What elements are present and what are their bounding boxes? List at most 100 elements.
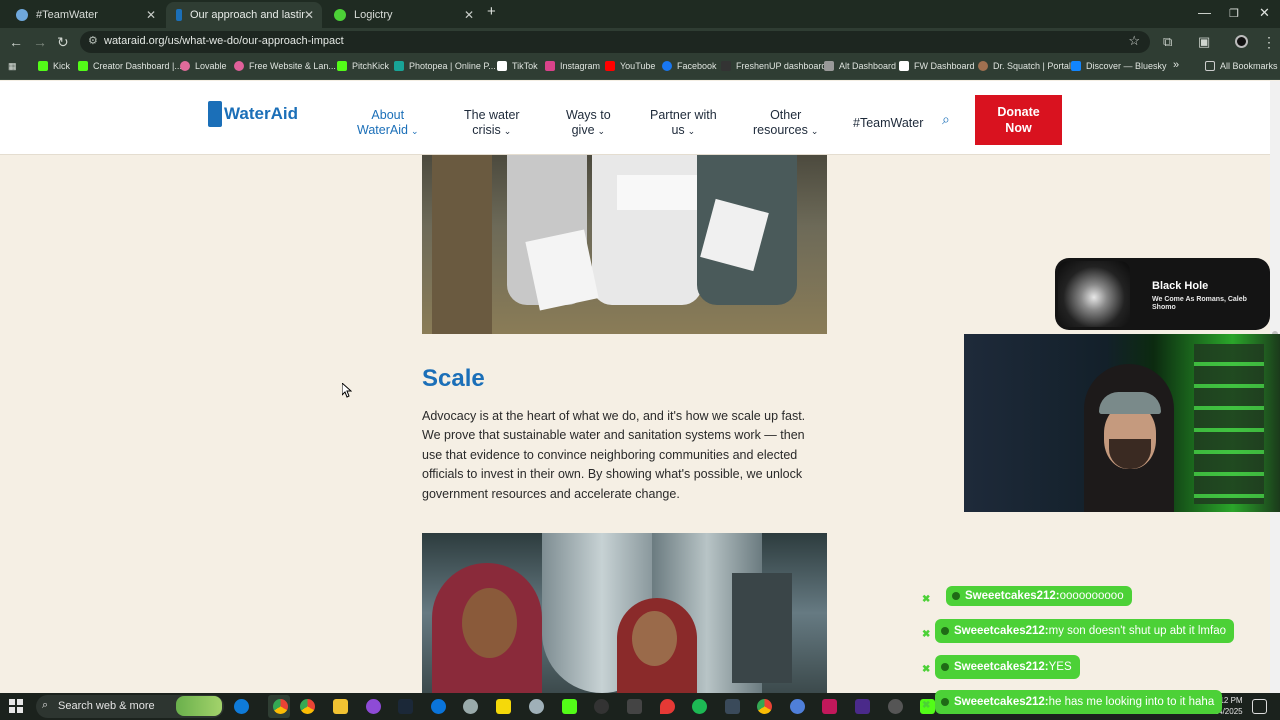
app-icon[interactable] — [431, 699, 446, 714]
now-playing-widget: Black Hole We Come As Romans, Caleb Shom… — [1055, 258, 1270, 330]
browser-toolbar: ← → ↻ ⚙ wataraid.org/us/what-we-do/our-a… — [0, 28, 1280, 56]
freshenup-icon — [721, 61, 731, 71]
chrome-icon[interactable] — [300, 699, 315, 714]
app-icon[interactable] — [627, 699, 642, 714]
app-icon[interactable] — [888, 699, 903, 714]
discord-icon[interactable] — [366, 699, 381, 714]
address-bar[interactable]: ⚙ wataraid.org/us/what-we-do/our-approac… — [80, 31, 1150, 53]
chat-message: Sweeetcakes212: he has me looking into to… — [935, 690, 1223, 714]
bookmark-item[interactable]: Dr. Squatch | Portal — [978, 61, 1071, 71]
extensions-icon[interactable]: ⧉ — [1163, 34, 1172, 50]
bookmark-item[interactable]: TikTok — [497, 61, 538, 71]
site-header: WaterAid About WaterAid ⌄ The water crisi… — [0, 81, 1270, 155]
site-info-icon[interactable]: ⚙ — [88, 34, 98, 47]
app-icon[interactable] — [529, 699, 544, 714]
nav-about-wateraid[interactable]: About WaterAid ⌄ — [357, 108, 419, 139]
bookmark-item[interactable]: FreshenUP dashboard — [721, 61, 826, 71]
bookmark-item[interactable]: Lovable — [180, 61, 227, 71]
chrome-icon[interactable] — [273, 699, 288, 714]
restore-icon[interactable]: ❐ — [1229, 7, 1239, 20]
bookmark-item[interactable]: Instagram — [545, 61, 600, 71]
bookmark-item[interactable]: FW Dashboard — [899, 61, 975, 71]
bookmark-item[interactable]: YouTube — [605, 61, 655, 71]
now-playing-title: Black Hole — [1152, 280, 1209, 292]
instagram-icon — [545, 61, 555, 71]
app-icon[interactable] — [822, 699, 837, 714]
apps-grid-icon[interactable]: ▦ — [8, 61, 17, 72]
dr-squatch-icon — [978, 61, 988, 71]
edge-icon[interactable] — [234, 699, 249, 714]
chrome-icon[interactable] — [757, 699, 772, 714]
app-icon[interactable] — [790, 699, 805, 714]
streamer-webcam — [964, 334, 1280, 512]
bookmark-item[interactable]: Free Website & Lan... — [234, 61, 336, 71]
bookmark-item[interactable]: PitchKick — [337, 61, 389, 71]
back-arrow-icon[interactable]: ← — [9, 34, 23, 50]
tab-title: Logictry — [354, 9, 393, 21]
nav-teamwater[interactable]: #TeamWater — [853, 116, 923, 131]
more-bookmarks-chevron-icon[interactable]: » — [1173, 59, 1179, 71]
user-badge-icon — [941, 698, 949, 706]
bookmark-item[interactable]: Alt Dashboard — [824, 61, 896, 71]
search-icon[interactable]: ⌕ — [942, 111, 950, 128]
profile-avatar[interactable] — [1235, 35, 1248, 48]
chat-message: Sweeetcakes212: my son doesn't shut up ab… — [935, 619, 1234, 643]
bookmarks-bar: ▦ Kick Creator Dashboard |... Lovable Fr… — [0, 56, 1280, 80]
windows-start-icon[interactable] — [9, 699, 23, 713]
sticky-notes-icon[interactable] — [496, 699, 511, 714]
file-explorer-icon[interactable] — [333, 699, 348, 714]
bookmark-star-icon[interactable]: ☆ — [1128, 33, 1140, 49]
settings-gear-icon[interactable] — [463, 699, 478, 714]
chevron-down-icon: ⌄ — [410, 126, 419, 136]
reload-icon[interactable]: ↻ — [57, 34, 69, 51]
kick-app-icon[interactable] — [562, 699, 577, 714]
nav-partner-with-us[interactable]: Partner with us ⌄ — [650, 108, 717, 139]
chat-message: Sweeetcakes212: YES — [935, 655, 1080, 679]
nav-ways-to-give[interactable]: Ways to give ⌄ — [566, 108, 611, 139]
chevron-down-icon: ⌄ — [687, 126, 696, 136]
fw-icon — [899, 61, 909, 71]
new-tab-button[interactable]: + — [487, 3, 496, 20]
nav-other-resources[interactable]: Other resources ⌄ — [753, 108, 818, 139]
donate-now-button[interactable]: Donate Now — [975, 95, 1062, 145]
bookmark-item[interactable]: Discover — Bluesky — [1071, 61, 1167, 71]
forward-arrow-icon[interactable]: → — [33, 34, 47, 50]
app-icon[interactable] — [725, 699, 740, 714]
bookmark-item[interactable]: Kick — [38, 61, 70, 71]
chat-message: Sweeetcakes212: oooooooooo — [946, 586, 1132, 606]
app-icon[interactable] — [855, 699, 870, 714]
side-panel-icon[interactable]: ▣ — [1198, 34, 1210, 50]
tab-favicon-icon — [334, 9, 346, 21]
bookmark-item[interactable]: Creator Dashboard |... — [78, 61, 182, 71]
bookmark-item[interactable]: Photopea | Online P... — [394, 61, 496, 71]
spotify-icon[interactable] — [692, 699, 707, 714]
close-tab-icon[interactable]: ✕ — [464, 8, 474, 22]
nav-water-crisis[interactable]: The water crisis ⌄ — [464, 108, 520, 139]
dashboard-icon — [824, 61, 834, 71]
location-icon[interactable] — [660, 699, 675, 714]
water-tap-icon — [208, 101, 222, 127]
bookmark-item[interactable]: Facebook — [662, 61, 717, 71]
close-tab-icon[interactable]: ✕ — [304, 8, 314, 22]
chevron-down-icon: ⌄ — [810, 126, 819, 136]
all-bookmarks-folder[interactable]: All Bookmarks — [1205, 61, 1278, 71]
tab-logictry[interactable]: Logictry ✕ — [324, 2, 482, 28]
tab-favicon-icon — [176, 9, 182, 21]
search-highlight-image — [176, 696, 222, 716]
minimize-icon[interactable]: — — [1198, 5, 1211, 20]
mouse-cursor-icon — [342, 383, 352, 398]
user-badge-icon — [952, 592, 960, 600]
tab-our-approach[interactable]: Our approach and lasting impa ✕ — [166, 2, 322, 28]
steam-icon[interactable] — [398, 699, 413, 714]
now-playing-artist: We Come As Romans, Caleb Shomo — [1152, 296, 1247, 311]
close-window-icon[interactable]: ✕ — [1259, 5, 1270, 21]
wateraid-logo[interactable]: WaterAid — [208, 101, 298, 127]
taskbar-search[interactable]: ⌕ Search web & more — [36, 695, 224, 718]
close-tab-icon[interactable]: ✕ — [146, 8, 156, 22]
tab-teamwater[interactable]: #TeamWater ✕ — [6, 2, 164, 28]
youtube-icon — [605, 61, 615, 71]
app-icon[interactable] — [594, 699, 609, 714]
notifications-icon[interactable] — [1252, 699, 1267, 714]
staff-with-documents-photo — [422, 155, 827, 334]
menu-kebab-icon[interactable]: ⋮ — [1262, 34, 1276, 51]
